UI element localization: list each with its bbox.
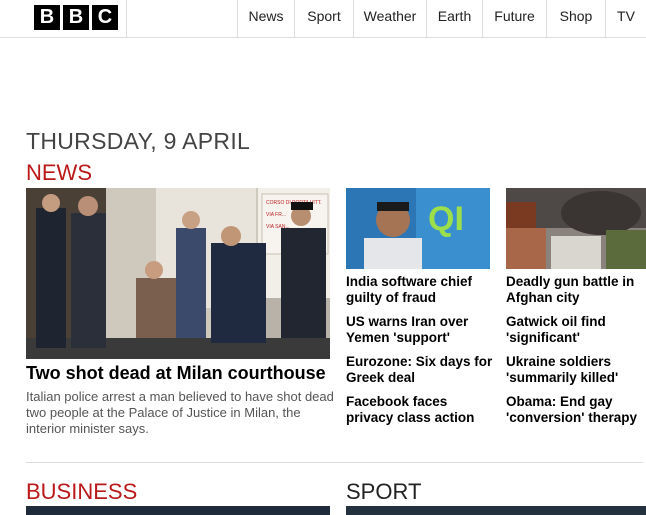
sport-story-image[interactable] — [346, 506, 646, 515]
story-obama[interactable]: Obama: End gay 'conversion' therapy — [506, 394, 646, 426]
courthouse-photo: CORSO DI PORTA VITT. VIA FR... VIA SAN..… — [26, 188, 330, 359]
nav-weather[interactable]: Weather — [353, 0, 426, 38]
nav-sport[interactable]: Sport — [294, 0, 353, 38]
section-heading-business[interactable]: BUSINESS — [26, 479, 137, 505]
nav-shop[interactable]: Shop — [546, 0, 605, 38]
section-heading-sport[interactable]: SPORT — [346, 479, 421, 505]
story-eurozone[interactable]: Eurozone: Six days for Greek deal — [346, 354, 496, 386]
afghan-story-image[interactable] — [506, 188, 646, 269]
nav-future[interactable]: Future — [482, 0, 546, 38]
afghan-photo — [506, 188, 646, 269]
story-us-iran[interactable]: US warns Iran over Yemen 'support' — [346, 314, 496, 346]
main-nav: News Sport Weather Earth Future Shop TV — [237, 0, 646, 38]
nav-earth[interactable]: Earth — [426, 0, 482, 38]
story-ukraine[interactable]: Ukraine soldiers 'summarily killed' — [506, 354, 646, 386]
story-gatwick[interactable]: Gatwick oil find 'significant' — [506, 314, 646, 346]
story-facebook[interactable]: Facebook faces privacy class action — [346, 394, 496, 426]
section-heading-news[interactable]: NEWS — [26, 160, 92, 186]
logo-letter: C — [92, 5, 118, 30]
story-india-software[interactable]: India software chief guilty of fraud — [346, 274, 496, 306]
story-afghan[interactable]: Deadly gun battle in Afghan city — [506, 274, 646, 306]
india-photo: QI — [346, 188, 490, 269]
section-divider — [26, 462, 643, 463]
lead-summary: Italian police arrest a man believed to … — [26, 389, 334, 436]
lead-headline[interactable]: Two shot dead at Milan courthouse — [26, 363, 336, 384]
header-divider — [126, 0, 127, 38]
nav-news[interactable]: News — [237, 0, 294, 38]
logo-letter: B — [34, 5, 60, 30]
logo-letter: B — [63, 5, 89, 30]
bbc-logo[interactable]: B B C — [34, 5, 118, 30]
page-date: THURSDAY, 9 APRIL — [26, 128, 251, 154]
lead-story-image[interactable]: CORSO DI PORTA VITT. VIA FR... VIA SAN..… — [26, 188, 330, 359]
logo-text: QI — [428, 200, 464, 238]
site-header: B B C News Sport Weather Earth Future Sh… — [0, 0, 646, 38]
sign-text: VIA FR... — [266, 212, 286, 218]
business-story-image[interactable] — [26, 506, 330, 515]
nav-tv[interactable]: TV — [605, 0, 646, 38]
india-story-image[interactable]: QI — [346, 188, 490, 269]
